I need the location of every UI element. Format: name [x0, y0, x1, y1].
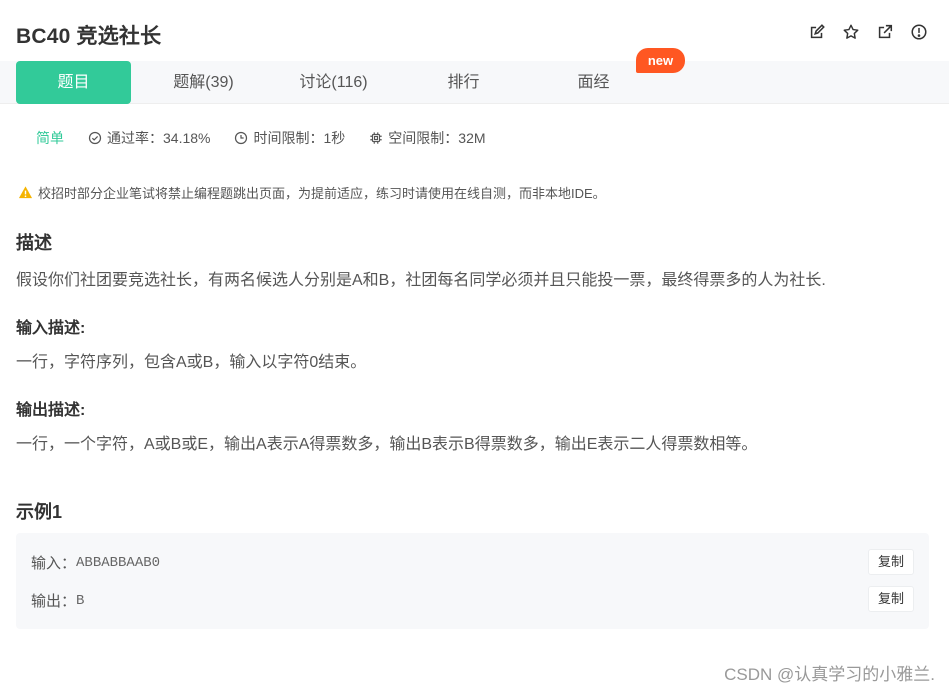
tab-solutions[interactable]: 题解(39) — [146, 61, 261, 104]
tab-problem[interactable]: 题目 — [16, 61, 131, 104]
pass-rate: 通过率：34.18% — [88, 128, 210, 148]
example-box: 输入： ABBABBAAB0 复制 输出： B 复制 — [16, 533, 929, 629]
notice-text: 校招时部分企业笔试将禁止编程题跳出页面，为提前适应，练习时请使用在线自测，而非本… — [38, 186, 606, 201]
copy-input-button[interactable]: 复制 — [868, 549, 914, 575]
example-output-label: 输出： — [31, 593, 77, 610]
external-link-icon[interactable] — [875, 22, 895, 42]
page-title: BC40 竞选社长 — [16, 25, 162, 48]
output-description-text: 一行，一个字符，A或B或E，输出A表示A得票数多，输出B表示B得票数多，输出E表… — [16, 436, 758, 453]
edit-icon[interactable] — [807, 22, 827, 42]
example-input-label: 输入： — [31, 555, 77, 572]
check-circle-icon — [88, 131, 102, 145]
info-icon[interactable] — [909, 22, 929, 42]
watermark: CSDN @认真学习的小雅兰. — [724, 665, 935, 684]
ide-notice: 校招时部分企业笔试将禁止编程题跳出页面，为提前适应，练习时请使用在线自测，而非本… — [18, 183, 606, 202]
output-description-heading: 输出描述: — [16, 402, 86, 419]
input-description-heading: 输入描述: — [16, 320, 86, 337]
example-output-row: 输出： B — [31, 590, 84, 611]
time-limit-text: 时间限制：1秒 — [253, 130, 346, 146]
pass-rate-text: 通过率：34.18% — [107, 130, 211, 146]
tab-discussion[interactable]: 讨论(116) — [276, 61, 391, 104]
memory-limit: 空间限制：32M — [369, 128, 486, 148]
new-badge: new — [636, 48, 685, 73]
warning-icon — [18, 186, 33, 199]
clock-icon — [235, 131, 248, 145]
difficulty-label: 简单 — [36, 130, 64, 146]
problem-meta: 简单 通过率：34.18% 时间限制：1秒 空间限制：32M — [36, 128, 510, 148]
time-limit: 时间限制：1秒 — [234, 128, 345, 148]
description-text: 假设你们社团要竞选社长，有两名候选人分别是A和B，社团每名同学必须并且只能投一票… — [16, 272, 826, 289]
star-icon[interactable] — [841, 22, 861, 42]
toolbar — [807, 22, 929, 42]
copy-output-button[interactable]: 复制 — [868, 586, 914, 612]
example-output-value: B — [76, 592, 85, 609]
chip-icon — [370, 132, 382, 144]
example-heading: 示例1 — [16, 502, 63, 522]
tab-interview[interactable]: 面经 — [536, 61, 651, 104]
tab-bar: 题目 题解(39) 讨论(116) 排行 面经 — [0, 61, 949, 104]
memory-limit-text: 空间限制：32M — [388, 130, 486, 146]
example-input-value: ABBABBAAB0 — [76, 554, 161, 571]
example-input-row: 输入： ABBABBAAB0 — [31, 552, 160, 573]
tab-ranking[interactable]: 排行 — [406, 61, 521, 104]
problem-header: BC40 竞选社长 — [0, 0, 949, 62]
description-heading: 描述 — [16, 233, 52, 253]
input-description-text: 一行，字符序列，包含A或B，输入以字符0结束。 — [16, 354, 367, 371]
